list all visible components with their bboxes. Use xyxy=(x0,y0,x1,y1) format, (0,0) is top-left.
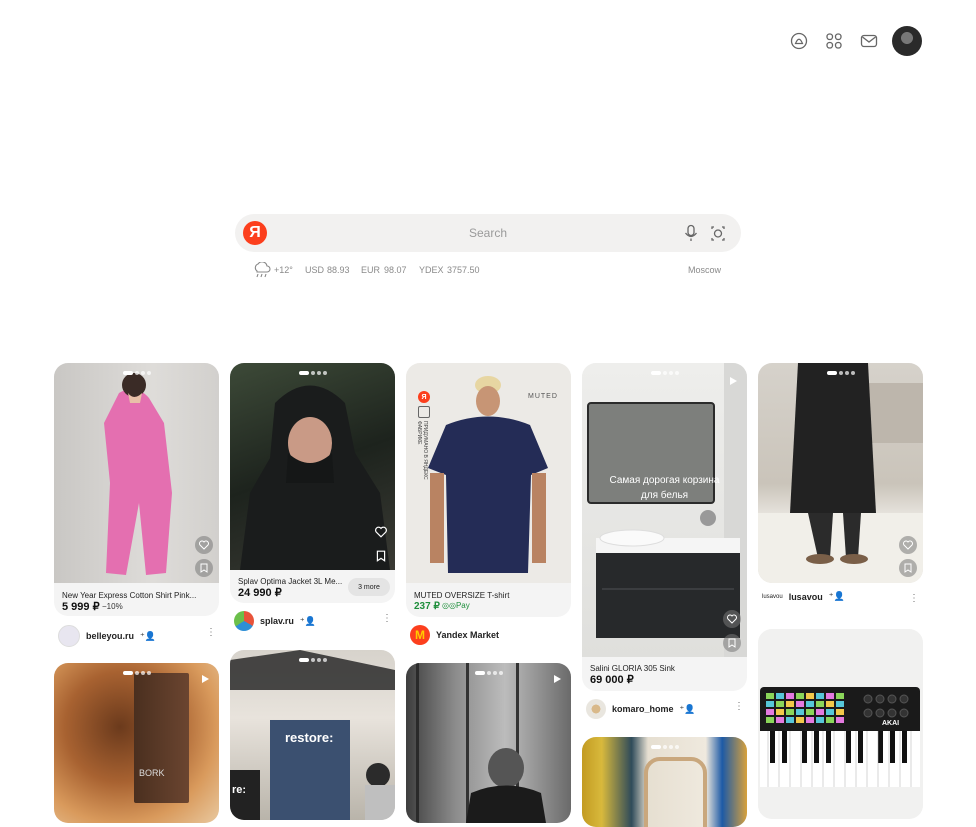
split-pay: ◎◎Pay xyxy=(442,601,470,610)
product-price: 5 999 ₽ xyxy=(62,601,100,613)
carousel-dots xyxy=(650,745,679,749)
brand-text: BORK xyxy=(139,768,165,778)
carousel-dots xyxy=(474,671,503,675)
play-icon[interactable] xyxy=(200,671,210,689)
product-card[interactable] xyxy=(406,663,571,823)
more-options-icon[interactable]: ⋮ xyxy=(909,594,919,604)
follow-icon[interactable]: ⁺👤 xyxy=(300,616,316,627)
carousel-dots xyxy=(122,671,151,675)
product-card[interactable] xyxy=(758,363,923,583)
heart-icon[interactable] xyxy=(195,536,213,554)
camera-search-icon[interactable] xyxy=(709,224,727,247)
author-avatar[interactable]: M xyxy=(410,625,430,645)
ydex-value[interactable]: 3757.50 xyxy=(447,265,480,275)
heart-icon[interactable] xyxy=(723,610,741,628)
author-name[interactable]: komaro_home xyxy=(612,704,674,714)
more-offers-button[interactable]: 3 more xyxy=(348,578,390,596)
author-name[interactable]: lusavou xyxy=(789,592,823,602)
product-card[interactable]: New Year Express Cotton Shirt Pink... 5 … xyxy=(54,363,219,616)
city[interactable]: Moscow xyxy=(688,265,721,275)
product-title[interactable]: Splav Optima Jacket 3L Me... xyxy=(238,577,343,586)
product-image[interactable] xyxy=(406,663,571,823)
author-name[interactable]: belleyou.ru xyxy=(86,631,134,641)
video-caption: Самая дорогая корзина для белья xyxy=(609,475,720,501)
product-card[interactable]: BORK xyxy=(54,663,219,823)
split-pay-label: Pay xyxy=(455,601,470,610)
carousel-dots xyxy=(298,371,327,375)
author-name[interactable]: splav.ru xyxy=(260,616,294,626)
brand-label: AKAI xyxy=(882,720,900,727)
product-card[interactable]: AKAI xyxy=(758,629,923,819)
author-row[interactable]: komaro_home ⁺👤 xyxy=(586,699,696,719)
more-options-icon[interactable]: ⋮ xyxy=(382,614,392,624)
bookmark-icon[interactable] xyxy=(723,634,741,652)
product-image[interactable] xyxy=(582,363,747,657)
product-card[interactable]: restore: re: xyxy=(230,650,395,820)
bookmark-icon[interactable] xyxy=(195,559,213,577)
author-avatar[interactable] xyxy=(586,699,606,719)
product-title[interactable]: New Year Express Cotton Shirt Pink... xyxy=(62,591,212,600)
author-row[interactable]: splav.ru ⁺👤 xyxy=(234,611,316,631)
yandex-badge: Я xyxy=(418,391,430,403)
usd-value[interactable]: 88.93 xyxy=(327,265,350,275)
discount-badge: −10% xyxy=(102,602,123,611)
alice-icon[interactable] xyxy=(789,31,809,51)
microphone-icon[interactable] xyxy=(683,224,699,247)
author-row[interactable]: M Yandex Market xyxy=(410,625,499,645)
fabric-badge xyxy=(418,406,430,418)
product-price: 24 990 ₽ xyxy=(238,587,282,599)
speaker-image xyxy=(134,673,189,803)
author-avatar[interactable] xyxy=(58,625,80,647)
heart-icon[interactable] xyxy=(375,525,387,543)
brand-logo: MUTED xyxy=(528,393,558,400)
eur-value[interactable]: 98.07 xyxy=(384,265,407,275)
author-avatar[interactable] xyxy=(234,611,254,631)
product-price: 69 000 ₽ xyxy=(590,674,634,686)
follow-icon[interactable]: ⁺👤 xyxy=(680,704,696,715)
author-row[interactable]: belleyou.ru ⁺👤 xyxy=(58,625,156,647)
author-name[interactable]: Yandex Market xyxy=(436,630,499,640)
carousel-dots xyxy=(298,658,327,662)
rain-cloud-icon xyxy=(252,261,272,283)
bookmark-icon[interactable] xyxy=(899,559,917,577)
product-card[interactable]: Splav Optima Jacket 3L Me... 24 990 ₽ xyxy=(230,363,395,603)
apps-grid-icon[interactable] xyxy=(824,31,844,51)
split-pay-icon: ◎◎ xyxy=(442,601,456,610)
product-price: 237 ₽ xyxy=(414,601,440,612)
product-title[interactable]: MUTED OVERSIZE T-shirt xyxy=(414,591,564,600)
search-placeholder: Search xyxy=(468,226,508,240)
play-icon[interactable] xyxy=(728,373,738,391)
ydex-label[interactable]: YDEX xyxy=(419,265,444,275)
more-options-icon[interactable]: ⋮ xyxy=(206,628,216,638)
product-card[interactable]: Самая дорогая корзина для белья Salini G… xyxy=(582,363,747,691)
product-title[interactable]: Salini GLORIA 305 Sink xyxy=(590,664,740,673)
carousel-dots xyxy=(650,371,679,375)
product-card[interactable] xyxy=(582,737,747,827)
product-image[interactable] xyxy=(758,363,923,583)
weather-temp[interactable]: +12° xyxy=(274,265,293,275)
store-sign-partial: re: xyxy=(232,784,247,796)
follow-icon[interactable]: ⁺👤 xyxy=(140,631,156,642)
product-card[interactable]: MUTED Я ПРИДУМАНО В ЯНДЕКС ФАБРИКЕ MUTED… xyxy=(406,363,571,617)
mail-icon[interactable] xyxy=(859,31,879,51)
author-logo[interactable]: lusavou xyxy=(762,594,783,600)
user-avatar[interactable] xyxy=(892,26,922,56)
eur-label[interactable]: EUR xyxy=(361,265,380,275)
usd-label[interactable]: USD xyxy=(305,265,324,275)
carousel-dots xyxy=(826,371,855,375)
follow-icon[interactable]: ⁺👤 xyxy=(829,591,845,602)
heart-icon[interactable] xyxy=(899,536,917,554)
author-row[interactable]: lusavou lusavou ⁺👤 xyxy=(762,591,845,602)
product-image[interactable] xyxy=(230,363,395,570)
play-icon[interactable] xyxy=(552,671,562,689)
store-sign: restore: xyxy=(285,730,334,745)
carousel-dots xyxy=(122,371,151,375)
more-options-icon[interactable]: ⋮ xyxy=(734,702,744,712)
product-image[interactable] xyxy=(54,363,219,583)
bookmark-icon[interactable] xyxy=(376,549,386,567)
side-caption: ПРИДУМАНО В ЯНДЕКС ФАБРИКЕ xyxy=(416,421,428,480)
mirror-image xyxy=(644,757,707,827)
